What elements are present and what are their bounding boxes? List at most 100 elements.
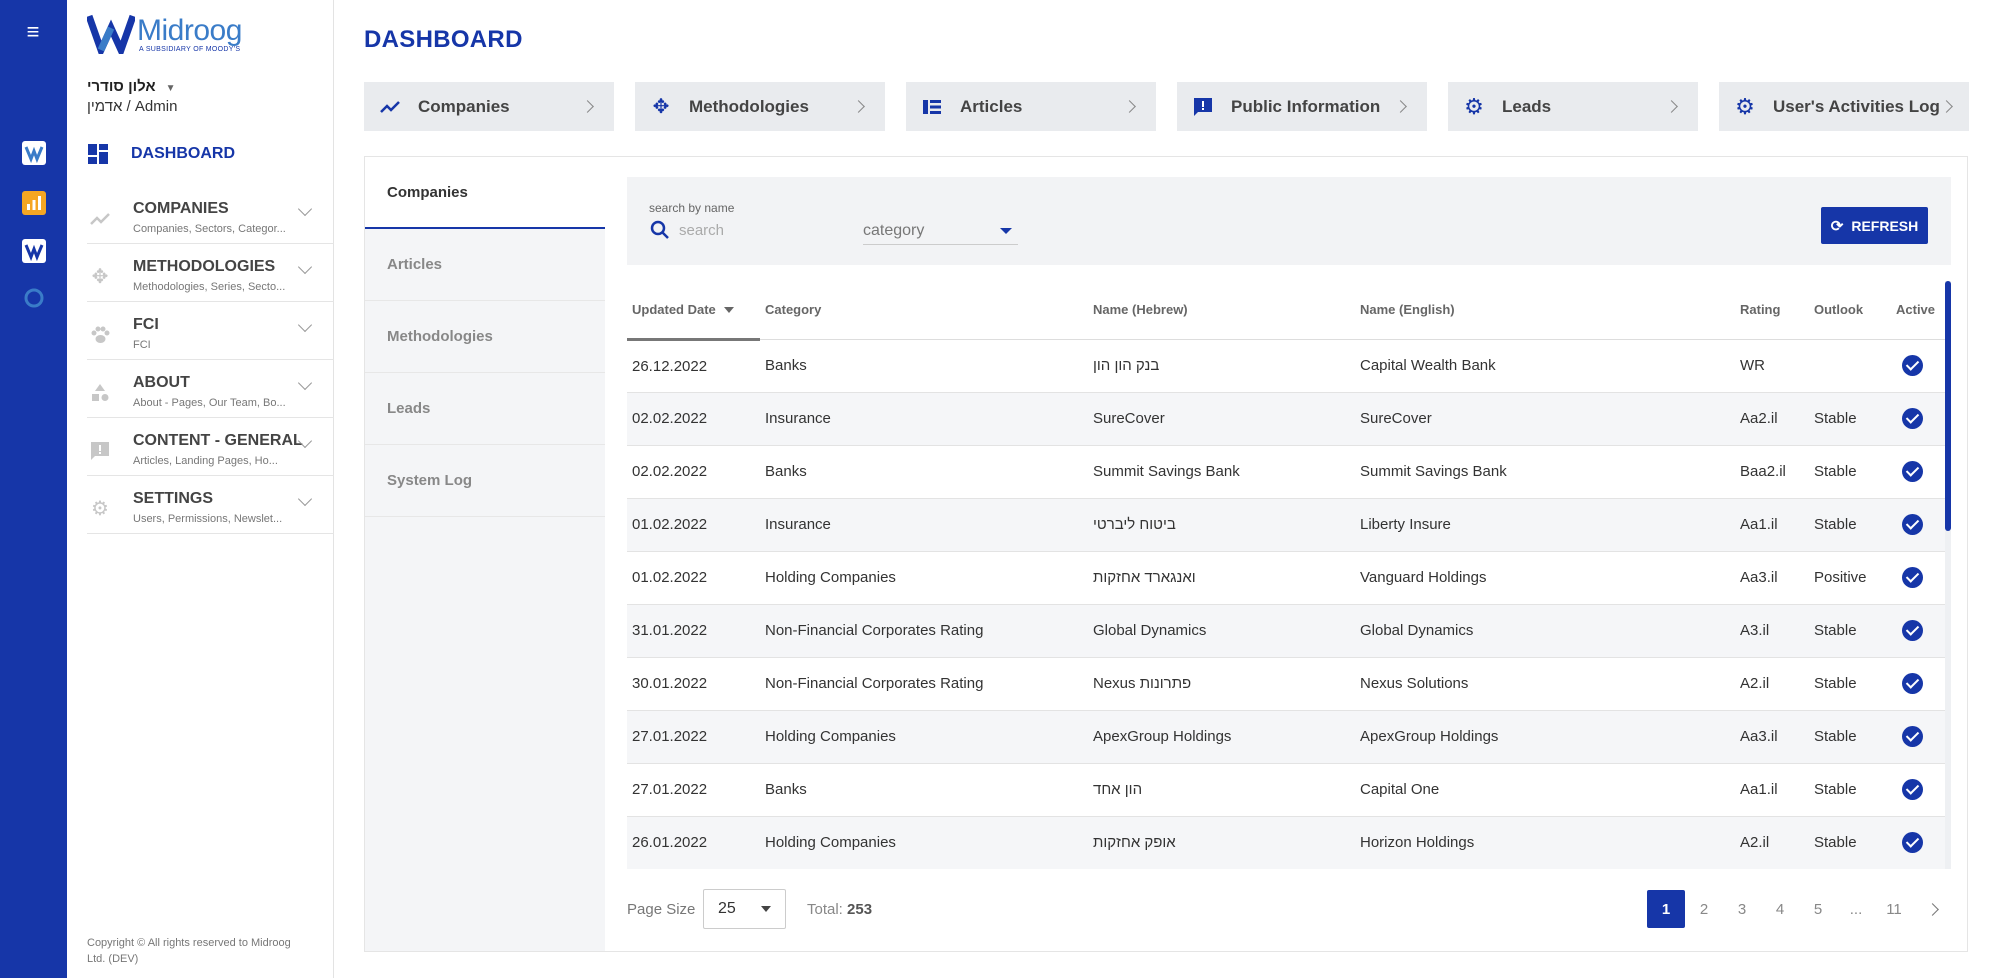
page-button[interactable]: 3 bbox=[1723, 890, 1761, 928]
table-scrollbar[interactable] bbox=[1945, 281, 1951, 869]
sidebar-item-fci[interactable]: FCI FCI bbox=[87, 302, 334, 360]
paw-icon bbox=[89, 324, 111, 346]
cell-name-hebrew: בנק הון הון bbox=[1088, 339, 1355, 393]
tab-companies[interactable]: Companies bbox=[365, 157, 605, 229]
column-header-active[interactable]: Active bbox=[1891, 281, 1945, 340]
cell-category: Holding Companies bbox=[760, 710, 1088, 764]
quick-link-label: Public Information bbox=[1231, 96, 1381, 116]
page-size-value: 25 bbox=[718, 900, 736, 917]
sidebar-item-methodologies[interactable]: ✥ METHODOLOGIES Methodologies, Series, S… bbox=[87, 244, 334, 302]
table-row[interactable]: 26.01.2022 Holding Companies אופק אחזקות… bbox=[627, 816, 1945, 869]
category-select[interactable]: category bbox=[863, 217, 1018, 245]
column-header-name-hebrew[interactable]: Name (Hebrew) bbox=[1088, 281, 1355, 340]
table-row[interactable]: 02.02.2022 Insurance SureCover SureCover… bbox=[627, 392, 1945, 446]
table-row[interactable]: 01.02.2022 Holding Companies ואנגארד אחז… bbox=[627, 551, 1945, 605]
sidebar-item-subtitle: Companies, Sectors, Categor... bbox=[133, 223, 286, 235]
tab-leads[interactable]: Leads bbox=[365, 373, 605, 445]
cell-rating: WR bbox=[1735, 339, 1809, 393]
cell-date: 27.01.2022 bbox=[627, 763, 760, 817]
cell-rating: Aa1.il bbox=[1735, 763, 1809, 817]
sidebar-item-about[interactable]: ABOUT About - Pages, Our Team, Bo... bbox=[87, 360, 334, 418]
quick-link-methodologies[interactable]: ✥ Methodologies bbox=[635, 82, 885, 131]
sidebar-item-content-general[interactable]: CONTENT - GENERAL Articles, Landing Page… bbox=[87, 418, 334, 476]
tab-methodologies[interactable]: Methodologies bbox=[365, 301, 605, 373]
quick-link-leads[interactable]: ⚙ Leads bbox=[1448, 82, 1698, 131]
search-input[interactable] bbox=[679, 217, 849, 243]
page-button[interactable]: 11 bbox=[1875, 890, 1913, 928]
sidebar-item-title: SETTINGS bbox=[133, 490, 214, 507]
midroog-alt-app-icon[interactable] bbox=[22, 239, 46, 263]
edge-app-icon[interactable] bbox=[22, 286, 46, 310]
trend-line-icon bbox=[89, 208, 111, 230]
sidebar-item-label: DASHBOARD bbox=[131, 145, 235, 162]
cell-name-hebrew: ואנגארד אחזקות bbox=[1088, 551, 1355, 605]
table-row[interactable]: 27.01.2022 Banks הון אחד Capital One Aa1… bbox=[627, 763, 1945, 817]
cell-date: 02.02.2022 bbox=[627, 445, 760, 499]
sidebar-item-title: COMPANIES bbox=[133, 200, 229, 217]
table-row[interactable]: 26.12.2022 Banks בנק הון הון Capital Wea… bbox=[627, 339, 1945, 393]
column-header-rating[interactable]: Rating bbox=[1735, 281, 1809, 340]
midroog-logo[interactable]: Midroog A SUBSIDIARY OF MOODY'S bbox=[85, 12, 257, 60]
tab-system-log[interactable]: System Log bbox=[365, 445, 605, 517]
quick-link-companies[interactable]: Companies bbox=[364, 82, 614, 131]
column-header-category[interactable]: Category bbox=[760, 281, 1088, 340]
page-button[interactable]: 1 bbox=[1647, 890, 1685, 928]
analytics-app-icon[interactable] bbox=[22, 191, 46, 215]
sidebar-item-companies[interactable]: COMPANIES Companies, Sectors, Categor... bbox=[87, 186, 334, 244]
midroog-app-icon[interactable] bbox=[22, 141, 46, 165]
table-row[interactable]: 27.01.2022 Holding Companies ApexGroup H… bbox=[627, 710, 1945, 764]
cell-name-english: Capital One bbox=[1355, 763, 1735, 817]
cell-active bbox=[1891, 551, 1945, 605]
table-row[interactable]: 30.01.2022 Non-Financial Corporates Rati… bbox=[627, 657, 1945, 711]
column-header-name-english[interactable]: Name (English) bbox=[1355, 281, 1735, 340]
page-button[interactable]: 5 bbox=[1799, 890, 1837, 928]
menu-collapse-icon[interactable]: ≡ bbox=[20, 21, 46, 43]
search-label: search by name bbox=[649, 201, 735, 215]
sidebar-item-subtitle: Users, Permissions, Newslet... bbox=[133, 513, 283, 525]
move-arrows-icon: ✥ bbox=[652, 96, 670, 118]
alert-comment-icon bbox=[89, 440, 111, 462]
cell-date: 30.01.2022 bbox=[627, 657, 760, 711]
page-button[interactable]: 4 bbox=[1761, 890, 1799, 928]
cell-active bbox=[1891, 816, 1945, 869]
next-page-button[interactable] bbox=[1913, 890, 1951, 928]
cell-active bbox=[1891, 763, 1945, 817]
sidebar-item-settings[interactable]: ⚙ SETTINGS Users, Permissions, Newslet..… bbox=[87, 476, 334, 534]
cell-active bbox=[1891, 710, 1945, 764]
table-row[interactable]: 02.02.2022 Banks Summit Savings Bank Sum… bbox=[627, 445, 1945, 499]
table-row[interactable]: 31.01.2022 Non-Financial Corporates Rati… bbox=[627, 604, 1945, 658]
cell-rating: Aa3.il bbox=[1735, 710, 1809, 764]
column-header-updated-date[interactable]: Updated Date bbox=[627, 281, 760, 341]
quick-link-activities-log[interactable]: ⚙ User's Activities Log bbox=[1719, 82, 1969, 131]
cell-outlook: Positive bbox=[1809, 551, 1891, 605]
table-row[interactable]: 01.02.2022 Insurance ביטוח ליברטי Libert… bbox=[627, 498, 1945, 552]
sidebar-item-title: FCI bbox=[133, 316, 159, 333]
gear-icon: ⚙ bbox=[91, 498, 109, 520]
check-circle-icon bbox=[1902, 620, 1923, 641]
sidebar-item-dashboard[interactable]: DASHBOARD bbox=[87, 140, 327, 168]
cell-date: 26.12.2022 bbox=[627, 339, 760, 393]
cell-rating: A3.il bbox=[1735, 604, 1809, 658]
cell-name-english: ApexGroup Holdings bbox=[1355, 710, 1735, 764]
quick-link-public-information[interactable]: Public Information bbox=[1177, 82, 1427, 131]
caret-down-icon bbox=[1000, 227, 1012, 234]
dashboard-panel: Companies Articles Methodologies Leads S… bbox=[364, 156, 1968, 952]
caret-down-icon: ▼ bbox=[165, 83, 176, 94]
page-size-select[interactable]: 25 bbox=[703, 889, 786, 929]
cell-category: Insurance bbox=[760, 498, 1088, 552]
chevron-right-icon bbox=[581, 100, 594, 113]
check-circle-icon bbox=[1902, 673, 1923, 694]
cell-outlook: Stable bbox=[1809, 710, 1891, 764]
refresh-button[interactable]: ⟳ REFRESH bbox=[1821, 207, 1928, 244]
midroog-logo-icon bbox=[85, 14, 137, 60]
user-menu[interactable]: אלון סודרי ▼ אדמין / Admin bbox=[87, 78, 317, 115]
quick-link-articles[interactable]: Articles bbox=[906, 82, 1156, 131]
cell-date: 01.02.2022 bbox=[627, 551, 760, 605]
tab-articles[interactable]: Articles bbox=[365, 229, 605, 301]
scrollbar-thumb[interactable] bbox=[1945, 281, 1951, 531]
app-rail: ≡ bbox=[0, 0, 67, 978]
cell-date: 02.02.2022 bbox=[627, 392, 760, 446]
column-header-outlook[interactable]: Outlook bbox=[1809, 281, 1891, 340]
cell-category: Holding Companies bbox=[760, 816, 1088, 869]
page-button[interactable]: 2 bbox=[1685, 890, 1723, 928]
